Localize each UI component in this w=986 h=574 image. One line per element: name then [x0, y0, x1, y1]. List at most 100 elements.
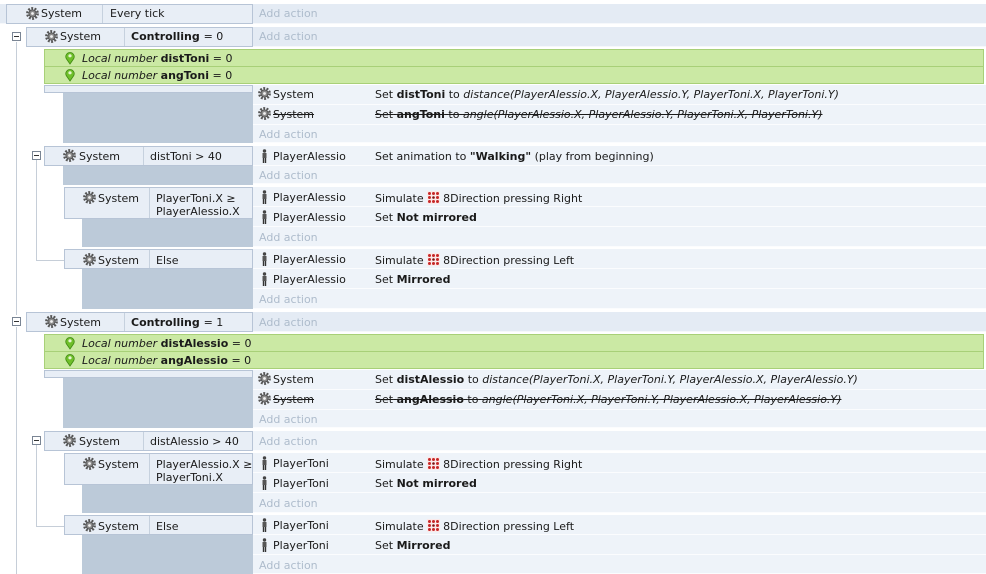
add-action-link[interactable]: Add action [259, 497, 318, 510]
add-action-row[interactable] [253, 410, 986, 428]
gear-icon [45, 30, 58, 43]
action-row[interactable] [253, 515, 986, 535]
local-variable-text: Local number angAlessio = 0 [82, 354, 252, 367]
action-text: Simulate 8Direction pressing Left [375, 253, 575, 267]
gear-icon [63, 434, 76, 447]
action-object: PlayerToni [273, 457, 329, 470]
action-row[interactable] [253, 249, 986, 269]
add-action-row[interactable] [253, 166, 986, 184]
tree-line [36, 526, 65, 527]
action-row[interactable] [253, 535, 986, 555]
add-action-row[interactable] [253, 555, 986, 574]
tree-line [36, 445, 37, 526]
add-action-link[interactable]: Add action [259, 128, 318, 141]
action-object: System [273, 373, 315, 386]
add-action-row[interactable] [253, 227, 986, 247]
add-action-row[interactable] [253, 125, 986, 143]
gear-icon [258, 107, 271, 120]
action-row[interactable] [253, 207, 986, 227]
add-action-link[interactable]: Add action [259, 169, 318, 182]
tree-line [16, 327, 17, 574]
condition-block [82, 269, 253, 309]
action-object: PlayerToni [273, 519, 329, 532]
action-row[interactable] [253, 473, 986, 493]
add-action-row[interactable] [253, 493, 986, 513]
add-action-link[interactable]: Add action [259, 231, 318, 244]
action-object: PlayerAlessio [273, 191, 346, 204]
action-object: PlayerToni [273, 477, 329, 490]
local-variable-text: Local number distToni = 0 [82, 52, 233, 65]
action-row[interactable] [253, 453, 986, 473]
person-icon [261, 476, 268, 490]
action-text: Set distToni to distance(PlayerAlessio.X… [375, 88, 839, 101]
condition-divider [102, 5, 103, 23]
person-icon [261, 149, 268, 163]
action-object: System [273, 88, 315, 101]
condition-text: distToni > 40 [150, 150, 222, 163]
action-object: PlayerAlessio [273, 273, 346, 286]
condition-object: System [79, 435, 121, 448]
location-pin-icon [64, 336, 76, 350]
action-text: Set Mirrored [375, 539, 451, 552]
add-action-link[interactable]: Add action [259, 413, 318, 426]
action-text: Simulate 8Direction pressing Right [375, 458, 583, 471]
condition-block [63, 166, 253, 185]
location-pin-icon [64, 353, 76, 367]
condition-divider [124, 28, 125, 46]
action-object: PlayerAlessio [273, 253, 346, 266]
action-text: Set distAlessio to distance(PlayerToni.X… [375, 373, 858, 386]
collapse-toggle[interactable] [32, 436, 41, 445]
condition-text: Else [156, 520, 179, 533]
gear-icon [83, 253, 96, 266]
collapse-toggle[interactable] [32, 151, 41, 160]
empty-condition[interactable] [44, 85, 253, 93]
condition-text-line1: PlayerAlessio.X ≥ [156, 458, 253, 471]
location-pin-icon [64, 68, 76, 82]
condition-text-line2: PlayerToni.X [156, 471, 223, 484]
condition-divider [143, 147, 144, 165]
person-icon [261, 538, 268, 552]
condition-text-line2: PlayerAlessio.X [156, 205, 240, 218]
add-action-link[interactable]: Add action [259, 293, 318, 306]
add-action-link[interactable]: Add action [259, 7, 318, 20]
condition-object: System [98, 192, 140, 205]
person-icon [261, 272, 268, 286]
eight-direction-icon [427, 253, 440, 266]
add-action-link[interactable]: Add action [259, 435, 318, 448]
condition-object: System [60, 30, 102, 43]
condition-object: System [41, 7, 83, 20]
gear-icon [63, 149, 76, 162]
eight-direction-icon [427, 519, 440, 532]
add-action-link[interactable]: Add action [259, 559, 318, 572]
action-text: Set Mirrored [375, 273, 451, 286]
condition-text: Controlling = 0 [131, 30, 224, 43]
gear-icon [258, 87, 271, 100]
tree-line [36, 160, 37, 260]
add-action-row[interactable] [253, 289, 986, 309]
person-icon [261, 210, 268, 224]
empty-condition[interactable] [44, 370, 253, 378]
condition-block [82, 485, 253, 513]
condition-block [63, 378, 253, 428]
event-sheet: System Every tick Add action System Cont… [0, 0, 986, 574]
condition-block [82, 535, 253, 574]
action-text: Simulate 8Direction pressing Right [375, 192, 583, 205]
condition-text: Else [156, 254, 179, 267]
action-object: PlayerToni [273, 539, 329, 552]
condition-block [63, 93, 253, 143]
action-row[interactable] [253, 187, 986, 207]
person-icon [261, 190, 268, 204]
condition-divider [149, 188, 150, 218]
collapse-toggle[interactable] [12, 32, 21, 41]
add-action-link[interactable]: Add action [259, 316, 318, 329]
collapse-toggle[interactable] [12, 317, 21, 326]
action-text: Simulate 8Direction pressing Left [375, 519, 575, 533]
condition-object: System [98, 458, 140, 471]
tree-line [16, 42, 17, 315]
add-action-link[interactable]: Add action [259, 30, 318, 43]
action-row[interactable] [253, 269, 986, 289]
add-action-row[interactable] [253, 431, 986, 451]
gear-icon [83, 519, 96, 532]
condition-object: System [60, 316, 102, 329]
gear-icon [83, 457, 96, 470]
